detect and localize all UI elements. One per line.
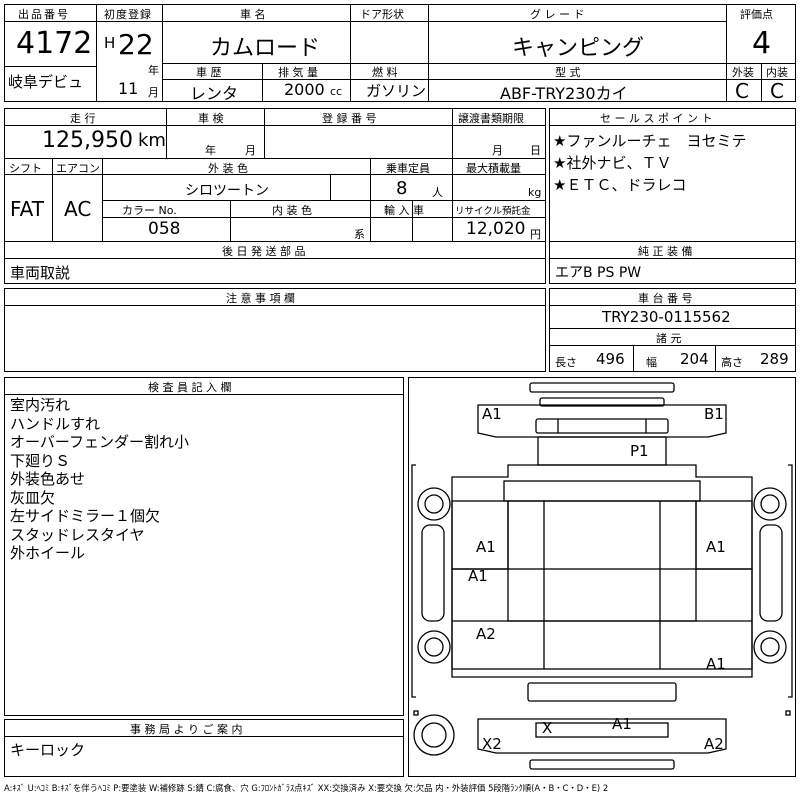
damage-mark: A2: [704, 735, 724, 753]
width-value: 204: [680, 350, 709, 368]
car-name: カムロード: [210, 36, 321, 61]
damage-mark: A1: [468, 567, 488, 585]
equip-label: 純 正 装 備: [638, 245, 693, 258]
colorno-label: カラー No.: [122, 204, 177, 217]
sales-point: ★ＥＴＣ、ドラレコ: [553, 176, 687, 194]
lot-number: 4172: [16, 26, 93, 61]
office-label: 事 務 局 よ り ご 案 内: [130, 723, 243, 736]
capacity-value: 8: [396, 178, 408, 199]
damage-mark: P1: [630, 442, 649, 460]
inspector-line: 左サイドミラー１個欠: [10, 507, 161, 525]
intcolor-unit: 系: [354, 228, 365, 241]
chassis-number: TRY230-0115562: [602, 308, 731, 326]
notes-label: 注 意 事 項 欄: [226, 292, 295, 305]
model-value: ABF-TRY230カイ: [500, 84, 628, 103]
car-diagram: A1 B1 P1 A1 A1 A1 A2 A1 X A1 X2 A2: [411, 382, 793, 770]
damage-mark: A1: [482, 405, 502, 423]
height-value: 289: [760, 350, 789, 368]
inspector-line: 下廻りＳ: [10, 451, 71, 470]
inspector-notes: 室内汚れ ハンドルすれ オーバーフェンダー割れ小 下廻りＳ 外装色あせ 灰皿欠 …: [10, 396, 189, 563]
mileage-label: 走 行: [70, 112, 96, 125]
name-label: 車 名: [240, 8, 266, 21]
inspector-line: 室内汚れ: [10, 396, 71, 414]
grade-value: キャンピング: [512, 36, 645, 61]
intcolor-label: 内 装 色: [272, 204, 312, 217]
color-value: シロツートン: [185, 183, 269, 199]
ac-value: AC: [64, 197, 92, 221]
capacity-unit: 人: [432, 186, 443, 199]
recycle-label: リサイクル預託金: [455, 206, 531, 217]
displacement-unit: cc: [330, 85, 343, 98]
door-label: ドア形状: [360, 8, 404, 21]
reg-month-unit: 月: [148, 86, 159, 99]
legend: A:ｷｽﾞ U:ﾍｺﾐ B:ｷｽﾞを伴うﾍｺﾐ P:要塗装 W:補修跡 S:錆 …: [4, 783, 609, 793]
recycle-unit: 円: [530, 228, 541, 241]
model-label: 型 式: [555, 66, 581, 79]
inspection-month-unit: 月: [245, 144, 256, 157]
later-label: 後 日 発 送 部 品: [222, 245, 306, 258]
sales-label: セ ー ル ス ポ イ ン ト: [600, 112, 713, 125]
sales-point: ★社外ナビ、ＴＶ: [553, 154, 672, 172]
damage-mark: A1: [706, 538, 726, 556]
equip-value: エアB PS PW: [555, 265, 642, 281]
inspector-line: 灰皿欠: [10, 488, 56, 507]
mileage-unit: km: [138, 130, 166, 151]
lot-label: 出品番号: [18, 8, 70, 21]
reg-era: H: [104, 34, 116, 52]
transfer-month-unit: 月: [492, 144, 503, 157]
length-value: 496: [596, 350, 625, 368]
reg-year: 22: [118, 28, 154, 61]
history-label: 車 歴: [196, 66, 222, 79]
inspection-label: 車 検: [198, 112, 224, 125]
damage-mark: X: [542, 719, 552, 737]
import-label: 輸 入 車: [384, 204, 424, 217]
inspector-line: 外ホイール: [10, 544, 86, 562]
inspector-line: 外装色あせ: [10, 470, 86, 488]
int-label: 内装: [766, 66, 788, 79]
dims-label: 諸 元: [656, 332, 682, 345]
history-value: レンタ: [190, 84, 239, 103]
damage-mark: A1: [476, 538, 496, 556]
score-value: 4: [752, 26, 772, 61]
int-value: C: [770, 79, 784, 103]
inspector-line: オーバーフェンダー割れ小: [10, 433, 189, 451]
inspector-line: スタッドレスタイヤ: [10, 525, 145, 544]
ext-value: C: [735, 79, 749, 103]
displacement-label: 排 気 量: [278, 66, 318, 79]
damage-mark: X2: [482, 735, 502, 753]
score-label: 評価点: [740, 8, 773, 21]
inspector-line: ハンドルすれ: [10, 414, 101, 433]
later-value: 車両取説: [10, 264, 71, 282]
reg-year-unit: 年: [148, 64, 159, 77]
fuel-value: ガソリン: [366, 82, 427, 100]
damage-mark: B1: [704, 405, 724, 423]
chassis-label: 車 台 番 号: [638, 292, 693, 305]
damage-mark: A1: [706, 655, 726, 673]
length-label: 長さ: [555, 356, 577, 369]
office-value: キーロック: [10, 741, 86, 759]
ext-label: 外装: [732, 66, 754, 79]
sales-point: ★ファンルーチェ ヨセミテ: [553, 132, 747, 150]
venue: 岐阜デビュ: [8, 73, 84, 91]
load-unit: kg: [528, 186, 542, 199]
colorno-value: 058: [148, 219, 181, 239]
reg-month: 11: [118, 79, 139, 98]
transfer-label: 譲渡書類期限: [458, 112, 524, 125]
mileage-value: 125,950: [42, 128, 133, 153]
inspector-label: 検 査 員 記 入 欄: [148, 381, 232, 394]
grade-label: グ レ ー ド: [530, 8, 585, 21]
displacement-value: 2000: [284, 80, 325, 99]
inspection-year-unit: 年: [205, 144, 216, 157]
fuel-label: 燃 料: [372, 66, 398, 79]
damage-mark: A1: [612, 715, 632, 733]
width-label: 幅: [646, 356, 657, 369]
recycle-value: 12,020: [466, 219, 526, 239]
height-label: 高さ: [721, 356, 743, 369]
shift-value: FAT: [10, 197, 45, 221]
reg-label: 初度登録: [104, 8, 152, 21]
regnum-label: 登 録 番 号: [322, 112, 377, 125]
damage-mark: A2: [476, 625, 496, 643]
transfer-day-unit: 日: [530, 144, 541, 157]
